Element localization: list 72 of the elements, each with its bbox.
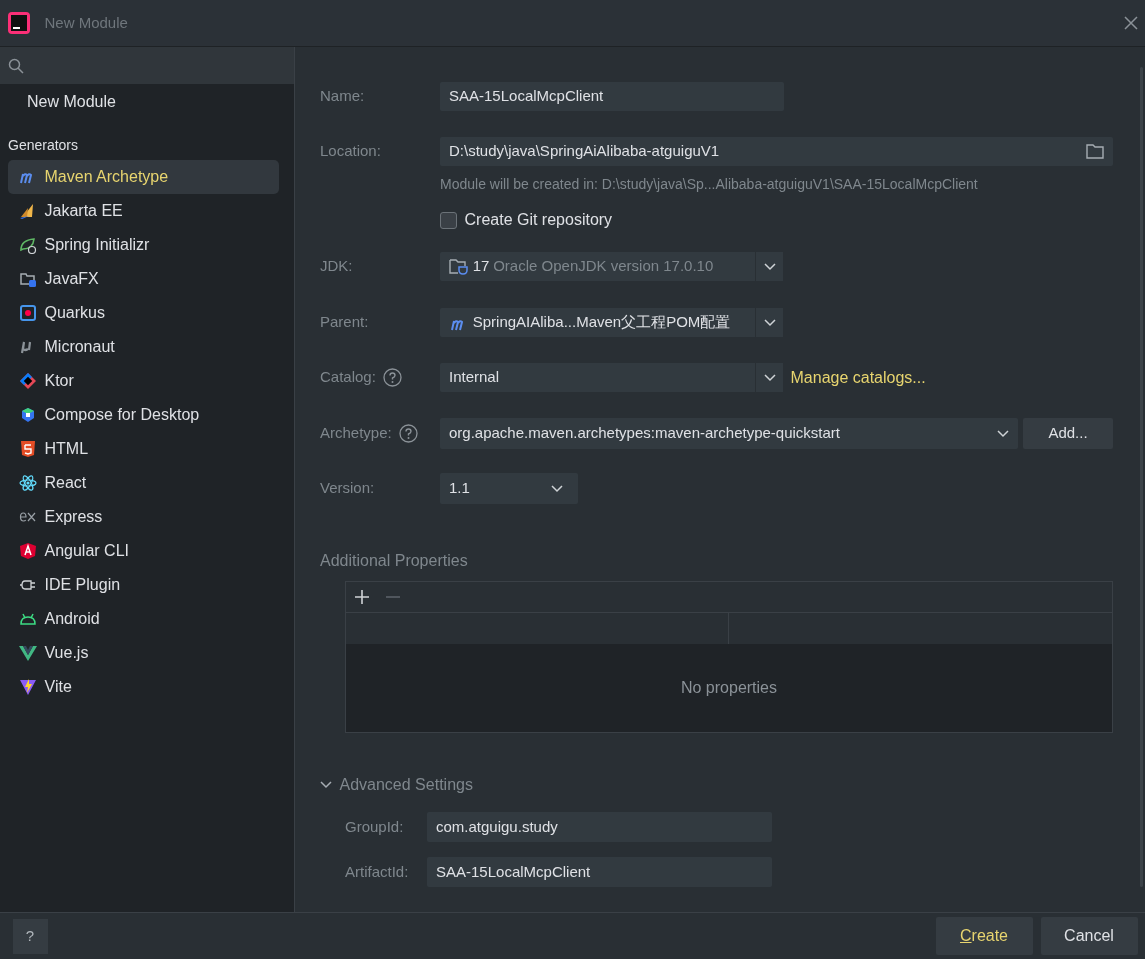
folder-icon <box>19 270 37 288</box>
sidebar-item[interactable]: JavaFX <box>8 262 279 296</box>
chevron-down-icon <box>320 781 332 789</box>
shield-icon <box>19 542 37 560</box>
cube-icon <box>19 406 37 424</box>
section-heading: Generators <box>7 136 80 155</box>
sidebar-item[interactable]: Maven Archetype <box>8 160 279 194</box>
field-label: Archetype: <box>320 423 392 444</box>
ktor-icon <box>19 372 37 390</box>
field-label: GroupId: <box>345 816 405 837</box>
parent-dropdown[interactable]: SpringAIAliba...Maven父工程POM配置 <box>440 308 783 337</box>
text-field[interactable]: com.atguigu.study <box>427 812 772 842</box>
empty-table-text: No properties <box>680 678 777 698</box>
version-dropdown[interactable]: 1.1 <box>440 473 578 504</box>
vue-icon <box>19 644 37 662</box>
jdk-folder-icon <box>449 258 469 275</box>
chevron-down-icon <box>763 318 776 327</box>
help-icon[interactable] <box>383 368 403 387</box>
sidebar-item[interactable]: Ktor <box>8 364 279 398</box>
sidebar-item[interactable]: Micronaut <box>8 330 279 364</box>
app-logo-icon <box>7 12 30 34</box>
sidebar-item[interactable]: Vite <box>8 670 279 704</box>
field-label: Parent: <box>320 312 369 333</box>
chevron-down-icon <box>551 485 563 494</box>
help-button[interactable]: ? <box>12 918 48 954</box>
sidebar-item[interactable]: Jakarta EE <box>8 194 279 228</box>
text-field[interactable]: SAA-15LocalMcpClient <box>427 857 772 887</box>
html5-icon <box>19 440 37 458</box>
help-icon[interactable] <box>399 424 419 443</box>
add-icon[interactable] <box>353 589 370 605</box>
search-icon <box>7 57 24 74</box>
chevron-down-icon <box>763 373 776 382</box>
advanced-settings-toggle[interactable]: Advanced Settings <box>320 773 1113 797</box>
location-field[interactable]: D:\study\java\SpringAiAlibaba-atguiguV1 <box>440 137 1113 166</box>
quarkus-icon <box>19 304 37 322</box>
manage-catalogs-link[interactable]: Manage catalogs... <box>790 365 926 390</box>
create-button[interactable]: Create <box>935 917 1033 955</box>
field-label: Location: <box>320 141 381 162</box>
close-icon[interactable] <box>1123 16 1138 30</box>
sidebar-item[interactable]: Android <box>8 602 279 636</box>
cancel-button[interactable]: Cancel <box>1040 917 1138 955</box>
field-label: JDK: <box>320 256 353 277</box>
sidebar-item[interactable]: New Module <box>0 84 294 120</box>
sidebar-item[interactable]: HTML <box>8 432 279 466</box>
location-note: Module will be created in: D:\study\java\Sp...Alibaba-atguiguV1\SAA-15LocalMcpClient <box>440 175 979 194</box>
add-button[interactable]: Add... <box>1023 418 1113 449</box>
field-label: Version: <box>320 478 375 499</box>
folder-icon[interactable] <box>1086 144 1104 159</box>
search-field[interactable] <box>0 47 294 84</box>
sidebar-item[interactable]: IDE Plugin <box>8 568 279 602</box>
chevron-down-icon <box>763 262 776 271</box>
name-field[interactable]: SAA-15LocalMcpClient <box>440 82 784 111</box>
catalog-dropdown[interactable]: Internal <box>440 363 783 392</box>
sidebar-item[interactable]: Angular CLI <box>8 534 279 568</box>
archetype-dropdown[interactable]: org.apache.maven.archetypes:maven-archetype-quickstart <box>440 418 1018 449</box>
field-label: Name: <box>320 86 365 107</box>
vite-icon <box>19 678 37 696</box>
sidebar-item[interactable]: Express <box>8 500 279 534</box>
git-checkbox[interactable]: Create Git repository <box>440 208 1113 232</box>
section-title: Additional Properties <box>320 551 469 571</box>
field-label: ArtifactId: <box>345 861 410 882</box>
atom-icon <box>19 474 37 492</box>
leaf-icon <box>19 236 37 254</box>
window-title: New Module <box>44 12 128 33</box>
chevron-down-icon <box>997 429 1009 438</box>
sidebar-item[interactable]: Vue.js <box>8 636 279 670</box>
sidebar-item[interactable]: React <box>8 466 279 500</box>
sidebar-item[interactable]: Compose for Desktop <box>8 398 279 432</box>
field-label: Catalog: <box>320 367 376 388</box>
sidebar-item[interactable]: Spring Initializr <box>8 228 279 262</box>
jdk-dropdown[interactable]: 17 Oracle OpenJDK version 17.0.10 <box>440 252 783 281</box>
sidebar-item[interactable]: Quarkus <box>8 296 279 330</box>
